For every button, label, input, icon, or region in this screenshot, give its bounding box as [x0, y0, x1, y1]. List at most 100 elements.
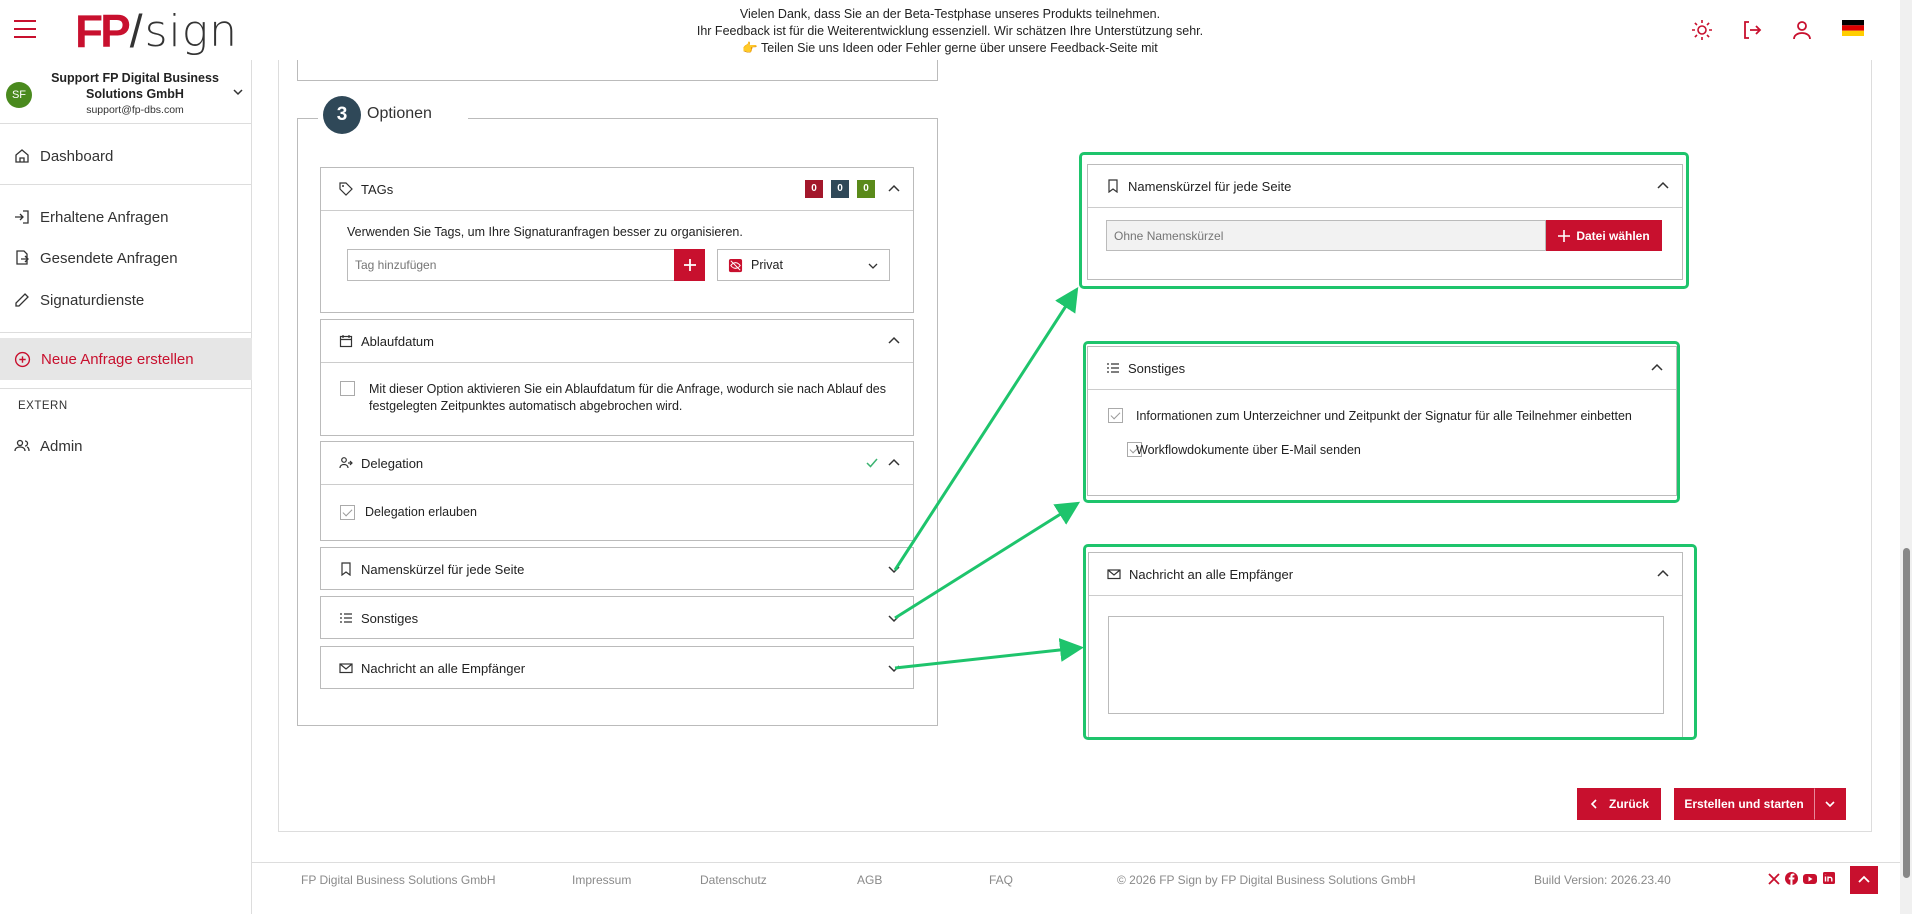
avatar: SF	[6, 82, 32, 108]
chevron-down-icon[interactable]	[887, 611, 901, 625]
misc-panel-collapsed[interactable]: Sonstiges	[320, 596, 914, 639]
theme-sun-icon[interactable]	[1690, 18, 1714, 42]
menu-icon[interactable]	[14, 20, 36, 38]
footer-impressum-link[interactable]: Impressum	[572, 873, 631, 887]
user-switcher[interactable]: SF Support FP Digital Business Solutions…	[0, 60, 252, 124]
sidebar-item-label: Dashboard	[40, 147, 114, 165]
highlight-misc	[1083, 341, 1680, 503]
highlight-initials	[1079, 152, 1689, 289]
sidebar-item-label: Neue Anfrage erstellen	[41, 350, 194, 368]
add-tag-button[interactable]	[674, 249, 705, 281]
back-button[interactable]: Zurück	[1577, 788, 1661, 820]
sidebar-item-new-request[interactable]: Neue Anfrage erstellen	[0, 338, 252, 380]
beta-line-3[interactable]: 👉 Teilen Sie uns Ideen oder Fehler gerne…	[600, 40, 1300, 57]
linkedin-icon[interactable]	[1823, 872, 1835, 884]
chevron-up-icon[interactable]	[887, 182, 901, 196]
inbox-in-icon	[15, 210, 29, 224]
sidebar-item-received[interactable]: Erhaltene Anfragen	[0, 197, 252, 237]
sidebar-item-sent[interactable]: Gesendete Anfragen	[0, 238, 252, 278]
user-name: Support FP Digital Business Solutions Gm…	[51, 71, 219, 101]
chevron-up-icon[interactable]	[887, 334, 901, 348]
delegation-title: Delegation	[361, 455, 424, 471]
create-label: Erstellen und starten	[1684, 797, 1804, 811]
private-eye-slash-icon	[728, 258, 743, 272]
scroll-to-top-button[interactable]	[1850, 866, 1878, 894]
expiry-panel: Ablaufdatum Mit dieser Option aktivieren…	[320, 319, 914, 436]
tag-counters: 0 0 0	[801, 180, 875, 198]
chevron-down-icon	[868, 263, 878, 269]
misc-title: Sonstiges	[361, 610, 419, 626]
chevron-down-icon	[1825, 801, 1835, 808]
sidebar-item-label: Erhaltene Anfragen	[40, 208, 169, 226]
chevron-down-icon[interactable]	[887, 661, 901, 675]
footer-faq-link[interactable]: FAQ	[989, 873, 1013, 887]
divider	[0, 184, 252, 185]
chevron-down-icon[interactable]	[887, 562, 901, 576]
initials-panel-collapsed[interactable]: Namenskürzel für jede Seite	[320, 547, 914, 590]
previous-section-box	[297, 60, 938, 81]
message-title: Nachricht an alle Empfänger	[361, 660, 526, 676]
logout-icon[interactable]	[1740, 18, 1764, 42]
delegation-panel-header[interactable]: Delegation	[321, 442, 913, 484]
delegation-checkbox[interactable]	[340, 505, 355, 520]
chevron-up-icon[interactable]	[887, 456, 901, 470]
beta-line-1: Vielen Dank, dass Sie an der Beta-Testph…	[739, 7, 1161, 21]
youtube-icon[interactable]	[1803, 874, 1817, 884]
tag-counter-red: 0	[805, 180, 823, 198]
tags-panel-header[interactable]: TAGs 0 0 0	[321, 168, 913, 210]
message-panel-collapsed[interactable]: Nachricht an alle Empfänger	[320, 646, 914, 689]
expiry-text: Mit dieser Option aktivieren Sie ein Abl…	[369, 382, 886, 413]
chevron-down-icon	[233, 89, 243, 96]
initials-panel-header[interactable]: Namenskürzel für jede Seite	[321, 548, 913, 590]
footer	[252, 862, 1900, 914]
user-icon[interactable]	[1790, 18, 1814, 42]
check-icon	[866, 458, 878, 468]
sidebar-item-label: Signaturdienste	[40, 291, 145, 309]
misc-panel-header[interactable]: Sonstiges	[321, 597, 913, 639]
create-options-dropdown[interactable]	[1814, 788, 1846, 820]
chevron-left-icon	[1590, 799, 1597, 809]
message-panel-header[interactable]: Nachricht an alle Empfänger	[321, 647, 913, 689]
app-header: FP / sign Vielen Dank, dass Sie an der B…	[0, 0, 1900, 60]
calendar-icon	[339, 335, 353, 348]
list-icon	[340, 613, 352, 623]
tag-input[interactable]	[347, 249, 675, 281]
expiry-checkbox[interactable]	[340, 381, 355, 396]
delegation-panel-body: Delegation erlauben	[321, 484, 913, 540]
expiry-panel-header[interactable]: Ablaufdatum	[321, 320, 913, 362]
visibility-select[interactable]: Privat	[717, 249, 890, 281]
facebook-icon[interactable]	[1785, 872, 1798, 885]
plus-circle-icon	[14, 351, 31, 367]
sidebar-item-label: Gesendete Anfragen	[40, 249, 178, 267]
sidebar-item-admin[interactable]: Admin	[0, 426, 252, 466]
sidebar-item-label: Admin	[40, 437, 83, 455]
delegation-icon	[339, 457, 353, 469]
user-email: support@fp-dbs.com	[86, 104, 184, 116]
scrollbar-thumb[interactable]	[1903, 548, 1910, 878]
delegation-checkbox-label: Delegation erlauben	[365, 505, 477, 519]
expiry-panel-body: Mit dieser Option aktivieren Sie ein Abl…	[321, 362, 913, 435]
back-label: Zurück	[1608, 797, 1649, 811]
expiry-title: Ablaufdatum	[361, 333, 434, 349]
german-flag-icon[interactable]	[1842, 20, 1864, 36]
footer-build-version: Build Version: 2026.23.40	[1534, 873, 1671, 887]
section-label-extern: EXTERN	[18, 400, 68, 412]
logo-slash: /	[129, 5, 143, 57]
create-and-start-button[interactable]: Erstellen und starten	[1674, 788, 1814, 820]
delegation-panel: Delegation Delegation erlauben	[320, 441, 914, 541]
tags-panel: TAGs 0 0 0 Verwenden Sie Tags, um Ihre S…	[320, 167, 914, 313]
tag-counter-green: 0	[857, 180, 875, 198]
tags-title: TAGs	[361, 181, 394, 197]
visibility-value: Privat	[751, 258, 783, 272]
x-icon[interactable]	[1768, 873, 1780, 885]
sidebar-item-dashboard[interactable]: Dashboard	[0, 136, 252, 176]
tag-icon	[339, 182, 353, 196]
tags-panel-body: Verwenden Sie Tags, um Ihre Signaturanfr…	[321, 210, 913, 312]
footer-privacy-link[interactable]: Datenschutz	[700, 873, 767, 887]
footer-agb-link[interactable]: AGB	[857, 873, 882, 887]
mail-icon	[339, 663, 353, 674]
plus-icon	[683, 259, 696, 271]
app-logo[interactable]: FP / sign	[75, 5, 238, 57]
sidebar-item-signature-services[interactable]: Signaturdienste	[0, 280, 252, 320]
footer-company: FP Digital Business Solutions GmbH	[301, 873, 496, 887]
